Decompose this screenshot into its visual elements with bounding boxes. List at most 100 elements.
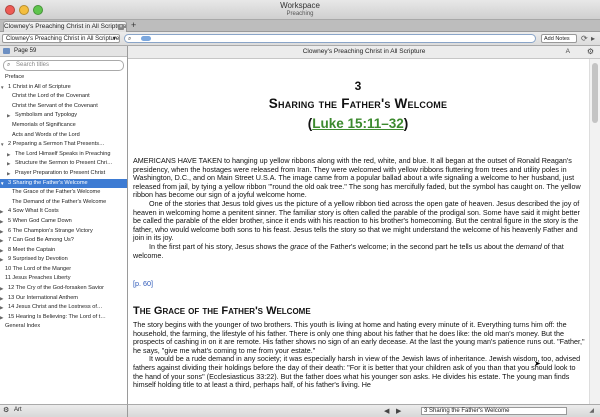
toc-item-label: 7 Can God Be Among Us? <box>8 237 74 244</box>
toc-item[interactable]: ▼ 3 Sharing the Father's Welcome <box>0 178 127 189</box>
mouse-cursor-icon: ➤ <box>534 359 541 368</box>
disclosure-closed-icon[interactable]: ▶ <box>0 313 3 323</box>
font-size-button[interactable]: A <box>566 46 570 58</box>
page-reference-link[interactable]: [p. 60] <box>133 279 153 288</box>
toc-item[interactable]: ▶ Symbolism and Typology <box>0 111 127 121</box>
toc-item[interactable]: ▶ 6 The Champion's Strange Victory <box>0 227 127 237</box>
disclosure-closed-icon[interactable]: ▶ <box>7 111 10 121</box>
resize-handle-icon[interactable]: ◢ <box>589 407 594 414</box>
disclosure-open-icon[interactable]: ▼ <box>0 83 4 93</box>
toc-item[interactable]: ▶ 14 Jesus Christ and the Lostness of… <box>0 303 127 313</box>
toc-item[interactable]: ▼ 1 Christ in All of Scripture <box>0 83 127 93</box>
disclosure-open-icon[interactable]: ▼ <box>0 179 4 189</box>
disclosure-closed-icon[interactable]: ▶ <box>0 236 3 246</box>
add-notes-select[interactable]: Add Notes <box>541 34 577 43</box>
toc-item[interactable]: 10 The Lord of the Manger <box>0 265 127 275</box>
toc-item[interactable]: ▶ 12 The Cry of the God-forsaken Savior <box>0 284 127 294</box>
forward-arrow-icon[interactable]: ▶ <box>396 407 401 415</box>
disclosure-closed-icon[interactable]: ▶ <box>0 227 3 237</box>
toc-item-label: 9 Surprised by Devotion <box>8 256 68 263</box>
toc-item[interactable]: Acts and Words of the Lord <box>0 131 127 141</box>
toc-item-label: Prayer Preparation to Present Christ <box>15 169 106 176</box>
toc-item-label: Memorials of Significance <box>12 121 76 128</box>
minimize-window-button[interactable] <box>19 5 29 15</box>
toc-item[interactable]: General Index <box>0 322 127 332</box>
toc-item[interactable]: ▶ 7 Can God Be Among Us? <box>0 236 127 246</box>
toc-item-label: 8 Meet the Captain <box>8 246 56 253</box>
window-subtitle: Preaching <box>286 11 314 17</box>
toc-item-label: 4 Sow What It Costs <box>8 208 59 215</box>
document-scrollbar[interactable] <box>589 59 600 404</box>
tab-resource[interactable]: Clowney's Preaching Christ in All Script… <box>3 21 127 32</box>
search-titles-input[interactable]: ⌕ Search titles <box>3 60 124 71</box>
toc-item[interactable]: ▶ 8 Meet the Captain <box>0 246 127 256</box>
reference-pill[interactable] <box>141 36 151 41</box>
gear-icon[interactable]: ⚙ <box>3 406 9 414</box>
toc-item-label: Christ the Servant of the Covenant <box>12 102 98 109</box>
resource-select[interactable]: Clowney's Preaching Christ in All Script… <box>2 34 120 43</box>
disclosure-closed-icon[interactable]: ▶ <box>7 150 10 160</box>
disclosure-closed-icon[interactable]: ▶ <box>0 284 3 294</box>
toc-item-label: 12 The Cry of the God-forsaken Savior <box>8 285 104 292</box>
close-tab-icon[interactable]: × <box>118 24 124 30</box>
toc-item-label: Preface <box>5 74 25 80</box>
disclosure-closed-icon[interactable]: ▶ <box>0 246 3 256</box>
search-icon: ⌕ <box>7 62 11 68</box>
paragraph: AMERICANS HAVE TAKEN to hanging up yello… <box>133 156 581 200</box>
paragraph: It would be a rude demand in any society… <box>133 354 581 390</box>
toc-item[interactable]: ▶ 13 Our International Anthem <box>0 294 127 304</box>
close-window-button[interactable] <box>5 5 15 15</box>
toc-item-label: 11 Jesus Preaches Liberty <box>5 275 71 282</box>
toc-item-label: 2 Preparing a Sermon That Presents… <box>8 141 105 148</box>
intro-text: AMERICANS HAVE TAKEN to hanging up yello… <box>133 156 585 260</box>
toc-item[interactable]: The Demand of the Father's Welcome <box>0 198 127 208</box>
scripture-link[interactable]: Luke 15:11–32 <box>312 116 404 131</box>
toc-item-label: 15 Hearing Is Believing: The Lord of t… <box>8 313 106 320</box>
toc-item[interactable]: ▶ 15 Hearing Is Believing: The Lord of t… <box>0 313 127 323</box>
toc-item[interactable]: The Grace of the Father's Welcome <box>0 188 127 198</box>
disclosure-closed-icon[interactable]: ▶ <box>0 294 3 304</box>
disclosure-closed-icon[interactable]: ▶ <box>0 217 3 227</box>
toc-item-label: The Demand of the Father's Welcome <box>12 198 107 205</box>
content-status-bar: ◀ ▶ 3 Sharing the Father's Welcome ◢ <box>128 404 600 417</box>
sync-icon[interactable]: ⟳ <box>581 33 588 44</box>
section-text: The story begins with the younger of two… <box>133 320 585 390</box>
panel-icon[interactable]: ▸ <box>591 33 595 44</box>
toc-item[interactable]: 11 Jesus Preaches Liberty <box>0 274 127 284</box>
back-arrow-icon[interactable]: ◀ <box>384 407 389 415</box>
reference-input[interactable]: ⌕ <box>124 34 536 43</box>
toc-item[interactable]: Memorials of Significance <box>0 121 127 131</box>
disclosure-closed-icon[interactable]: ▶ <box>0 207 3 217</box>
new-tab-button[interactable]: + <box>131 20 136 31</box>
toc-item[interactable]: ▶ The Lord Himself Speaks in Preaching <box>0 150 127 160</box>
tab-bar: Clowney's Preaching Christ in All Script… <box>0 20 600 32</box>
toc-item-label: 10 The Lord of the Manger <box>5 265 72 272</box>
toc-item[interactable]: Christ the Lord of the Covenant <box>0 92 127 102</box>
art-menu[interactable]: Art <box>14 407 22 413</box>
toc-item-label: Acts and Words of the Lord <box>12 131 80 138</box>
chapter-number: 3 <box>354 79 362 93</box>
toc-item-label: 13 Our International Anthem <box>8 294 78 301</box>
disclosure-closed-icon[interactable]: ▶ <box>7 159 10 169</box>
gear-icon[interactable]: ⚙ <box>587 46 594 58</box>
zoom-window-button[interactable] <box>33 5 43 15</box>
toc-item[interactable]: ▶ 4 Sow What It Costs <box>0 207 127 217</box>
sidebar-bottom-bar: ⚙ Art <box>0 404 128 417</box>
toc-item[interactable]: Christ the Servant of the Covenant <box>0 102 127 112</box>
toc-item-label: The Lord Himself Speaks in Preaching <box>15 150 111 157</box>
toc-item[interactable]: ▶ 9 Surprised by Devotion <box>0 255 127 265</box>
disclosure-closed-icon[interactable]: ▶ <box>0 255 3 265</box>
toc-item[interactable]: ▼ 2 Preparing a Sermon That Presents… <box>0 140 127 150</box>
toc-item[interactable]: Preface <box>0 73 127 83</box>
disclosure-open-icon[interactable]: ▼ <box>0 140 4 150</box>
toc-item-label: The Grace of the Father's Welcome <box>12 189 101 196</box>
scrollbar-thumb[interactable] <box>592 63 598 123</box>
disclosure-closed-icon[interactable]: ▶ <box>7 169 10 179</box>
toc-item[interactable]: ▶ Structure the Sermon to Present Chri… <box>0 159 127 169</box>
toc-item-label: General Index <box>5 323 41 330</box>
location-field[interactable]: 3 Sharing the Father's Welcome <box>421 407 567 415</box>
toc-item[interactable]: ▶ 5 When God Came Down <box>0 217 127 227</box>
chapter-title: Sharing the Father's Welcome <box>268 96 448 111</box>
disclosure-closed-icon[interactable]: ▶ <box>0 303 3 313</box>
toc-item[interactable]: ▶ Prayer Preparation to Present Christ <box>0 169 127 179</box>
